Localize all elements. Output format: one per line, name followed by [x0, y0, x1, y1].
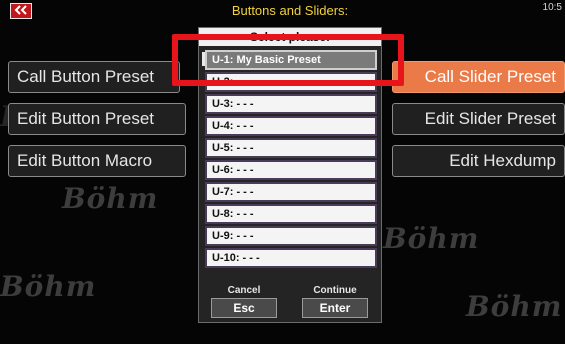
list-item[interactable]: U-7: - - -: [205, 182, 377, 202]
screen: Böhm Böhm Böhm Böhm Böhm Buttons and Sli…: [0, 0, 565, 344]
cancel-caption: Cancel: [227, 285, 261, 296]
button-label: Edit Slider Preset: [424, 109, 556, 128]
edit-button-preset-button[interactable]: Edit Button Preset: [8, 103, 186, 135]
list-item[interactable]: U-3: - - -: [205, 94, 377, 114]
edit-hexdump-button[interactable]: Edit Hexdump: [392, 145, 565, 177]
enter-button[interactable]: Enter: [302, 298, 368, 318]
button-label: Call Button Preset: [17, 67, 155, 86]
button-label: Edit Button Macro: [17, 151, 153, 170]
list-item[interactable]: U-8: - - -: [205, 204, 377, 224]
list-item[interactable]: U-6: - - -: [205, 160, 377, 180]
double-chevron-left-icon: [14, 2, 28, 20]
highlight-frame: [172, 34, 404, 86]
list-item[interactable]: U-10: - - -: [205, 248, 377, 268]
back-button[interactable]: [10, 3, 32, 19]
call-slider-preset-button[interactable]: Call Slider Preset: [392, 61, 565, 93]
list-item[interactable]: U-5: - - -: [205, 138, 377, 158]
button-label: Edit Button Preset: [17, 109, 155, 128]
bohm-logo-watermark: Böhm: [0, 270, 97, 303]
edit-button-macro-button[interactable]: Edit Button Macro: [8, 145, 186, 177]
bohm-logo-watermark: Böhm: [466, 290, 563, 323]
page-title: Buttons and Sliders:: [231, 3, 349, 18]
clock: 10:5: [542, 2, 562, 13]
button-label: Call Slider Preset: [424, 67, 556, 86]
list-item[interactable]: U-4: - - -: [205, 116, 377, 136]
bohm-logo-watermark: Böhm: [62, 182, 159, 215]
call-button-preset-button[interactable]: Call Button Preset: [8, 61, 180, 93]
edit-slider-preset-button[interactable]: Edit Slider Preset: [392, 103, 565, 135]
bohm-logo-watermark: Böhm: [383, 222, 480, 255]
esc-button[interactable]: Esc: [211, 298, 277, 318]
button-label: Edit Hexdump: [449, 151, 556, 170]
list-item[interactable]: U-9: - - -: [205, 226, 377, 246]
continue-caption: Continue: [313, 285, 357, 296]
